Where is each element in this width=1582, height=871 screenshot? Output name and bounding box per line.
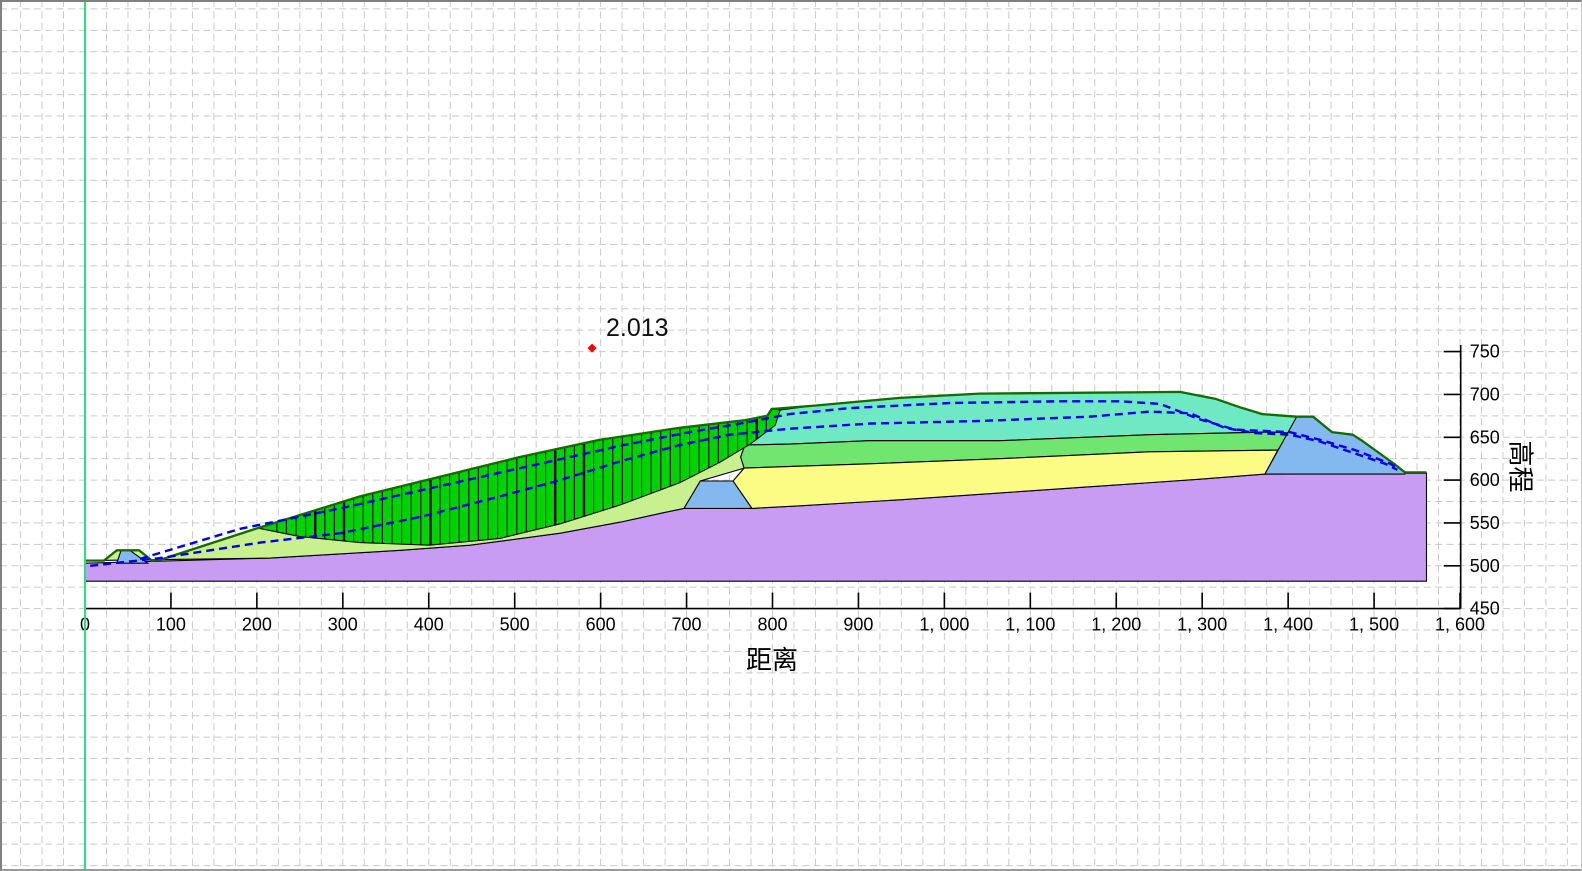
x-tick-label: 1, 300 — [1177, 615, 1227, 635]
x-tick-label: 1, 500 — [1349, 615, 1399, 635]
factor-of-safety-label: 2.013 — [606, 314, 669, 342]
y-tick-label: 500 — [1470, 556, 1500, 576]
y-tick-label: 450 — [1470, 599, 1500, 619]
x-tick-label: 900 — [843, 615, 873, 635]
cross-section-plot[interactable]: 01002003004005006007008009001, 0001, 100… — [0, 0, 1582, 871]
x-tick-label: 800 — [757, 615, 787, 635]
y-tick-label: 750 — [1470, 342, 1500, 362]
y-tick-label: 650 — [1470, 427, 1500, 447]
y-tick-label: 600 — [1470, 470, 1500, 490]
x-tick-label: 400 — [414, 615, 444, 635]
x-tick-label: 1, 000 — [919, 615, 969, 635]
x-tick-label: 700 — [672, 615, 702, 635]
x-tick-label: 200 — [242, 615, 272, 635]
x-tick-label: 100 — [156, 615, 186, 635]
y-axis-title: 高程 — [1505, 440, 1536, 493]
x-tick-label: 600 — [586, 615, 616, 635]
x-tick-label: 500 — [500, 615, 530, 635]
x-tick-label: 1, 200 — [1091, 615, 1141, 635]
y-tick-label: 550 — [1470, 513, 1500, 533]
drawing-canvas[interactable]: 01002003004005006007008009001, 0001, 100… — [0, 0, 1582, 871]
y-tick-label: 700 — [1470, 384, 1500, 404]
x-tick-label: 1, 400 — [1263, 615, 1313, 635]
x-tick-label: 1, 100 — [1005, 615, 1055, 635]
x-tick-label: 300 — [328, 615, 358, 635]
x-axis-title: 距离 — [746, 645, 799, 675]
